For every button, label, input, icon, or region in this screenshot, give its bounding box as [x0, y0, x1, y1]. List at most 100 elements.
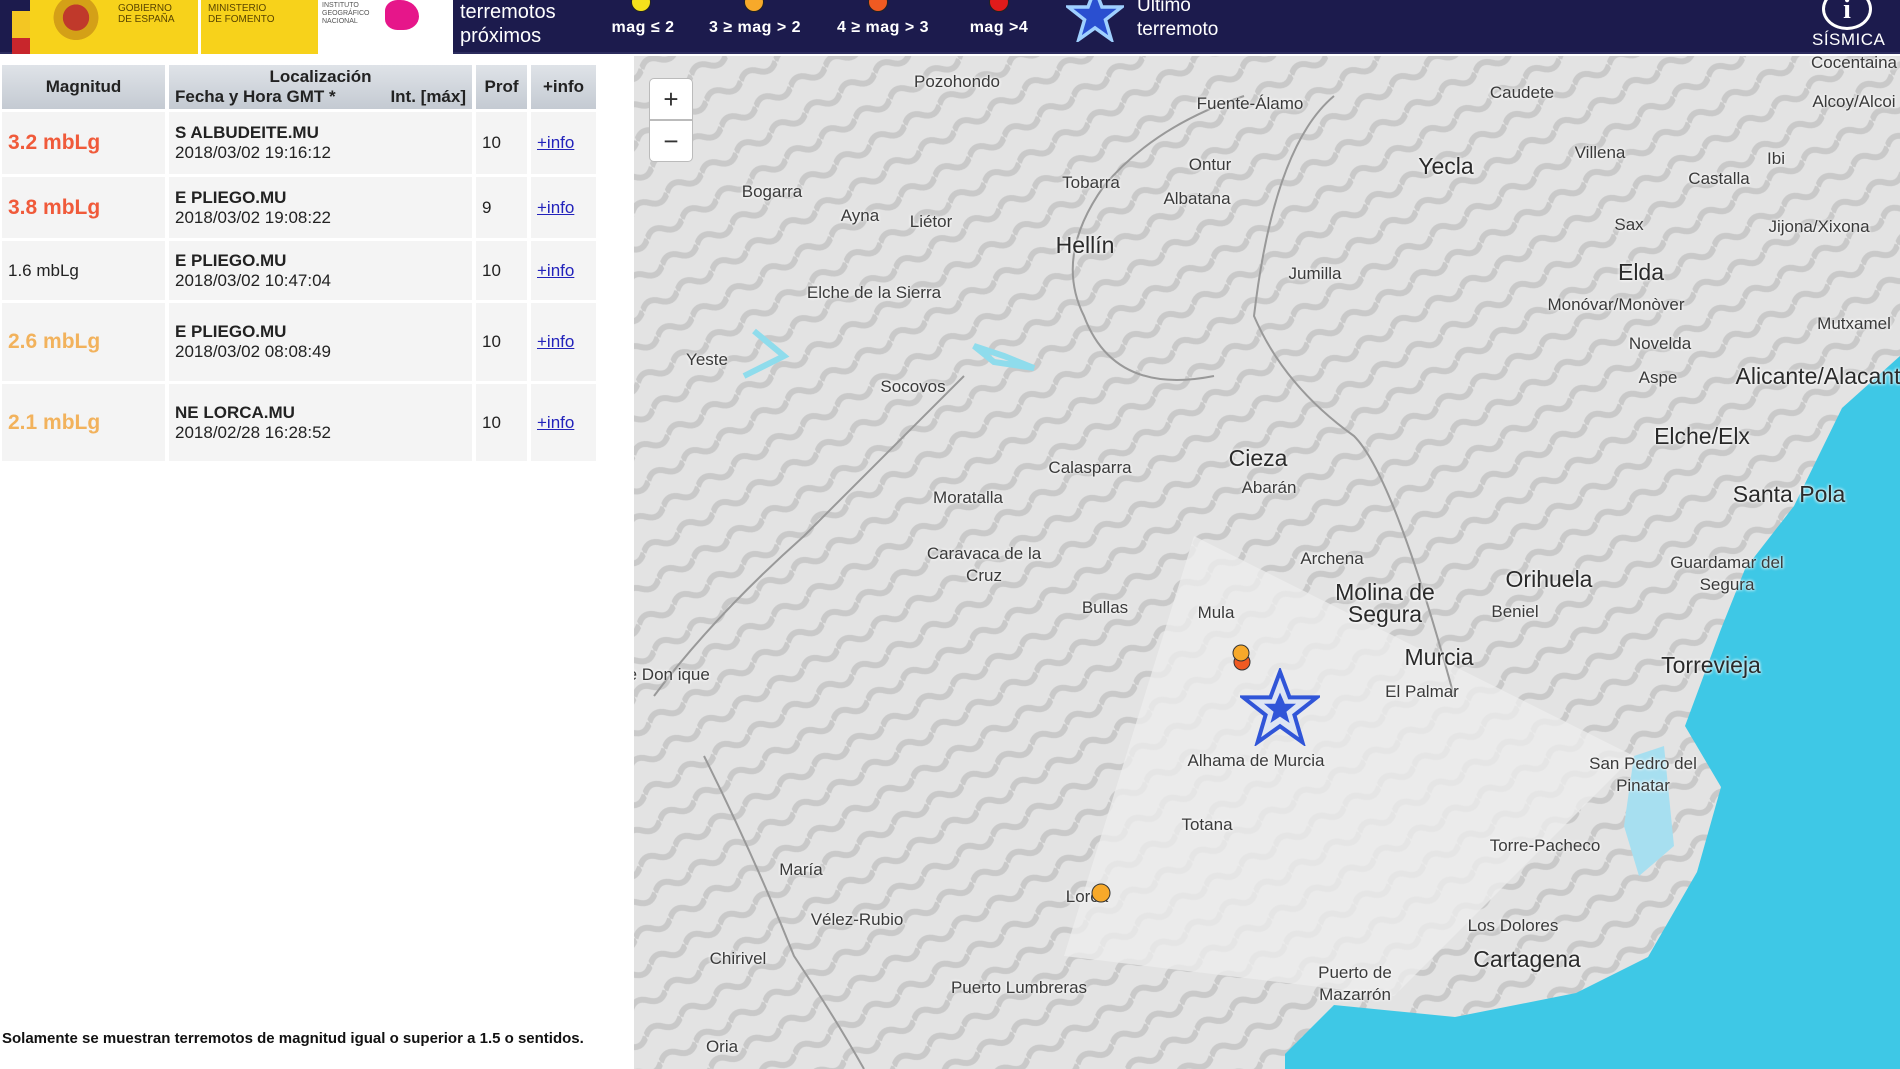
- map-place-label: Vélez-Rubio: [810, 910, 904, 929]
- map-place-label: San Pedro del Pinatar: [1589, 754, 1697, 795]
- map-place-label: Guardamar del Segura: [1670, 553, 1784, 594]
- col-magnitud[interactable]: Magnitud: [2, 65, 165, 109]
- legend-dot-red-orange: [868, 0, 888, 12]
- map-place-label: Chirivel: [709, 949, 767, 968]
- col-localizacion[interactable]: Localización Fecha y Hora GMT * Int. [máx…: [169, 65, 472, 109]
- more-info-link[interactable]: +info: [537, 332, 574, 351]
- header-banner: Gobierno de España Ministerio de Fomento I…: [0, 0, 1900, 54]
- zoom-out-button[interactable]: −: [649, 120, 693, 162]
- place: E PLIEGO.MU: [175, 187, 287, 207]
- last-quake-label: Último terremoto: [1137, 0, 1219, 40]
- map-place-label: Molina de Segura: [1335, 579, 1435, 627]
- magnitude: 3.8 mbLg: [2, 177, 165, 238]
- map-place-label: Mutxamel: [1817, 314, 1891, 333]
- map-place-label: Totana: [1181, 815, 1233, 834]
- more-info-link[interactable]: +info: [537, 198, 574, 217]
- map-place-label: Los Dolores: [1467, 916, 1559, 935]
- table-row[interactable]: 1.6 mbLg E PLIEGO.MU 2018/03/02 10:47:04 …: [2, 241, 596, 300]
- government-label: Gobierno de España: [118, 3, 175, 25]
- map-place-label: Aspe: [1638, 368, 1678, 387]
- map-place-label: Puerto Lumbreras: [950, 978, 1088, 997]
- map-place-label: Puerto de Mazarrón: [1318, 963, 1392, 1004]
- magnitude: 3.2 mbLg: [2, 112, 165, 174]
- map-place-label: Torre-Pacheco: [1489, 836, 1601, 855]
- legend-dot-orange: [744, 0, 764, 12]
- map-place-label: Tobarra: [1062, 173, 1120, 192]
- datetime: 2018/03/02 10:47:04: [175, 270, 331, 290]
- map-place-label: Ayna: [840, 206, 880, 225]
- map-place-label: Ibi: [1767, 149, 1785, 168]
- map-place-label: Pozohondo: [913, 72, 1001, 91]
- map-place-label: Elche/Elx: [1654, 423, 1750, 449]
- map-place-label: Calasparra: [1048, 458, 1132, 477]
- map-place-label: Santa Pola: [1732, 481, 1846, 507]
- map-place-label: El Palmar: [1385, 682, 1459, 701]
- map-place-label: Albatana: [1163, 189, 1231, 208]
- location-cell: NE LORCA.MU 2018/02/28 16:28:52: [169, 384, 472, 461]
- map-place-label: Beniel: [1491, 602, 1539, 621]
- table-row[interactable]: 3.8 mbLg E PLIEGO.MU 2018/03/02 19:08:22 …: [2, 177, 596, 238]
- map-place-label: Abarán: [1241, 478, 1297, 497]
- coat-of-arms-icon: [50, 0, 102, 44]
- location-cell: E PLIEGO.MU 2018/03/02 08:08:49: [169, 303, 472, 381]
- place: S ALBUDEITE.MU: [175, 123, 319, 142]
- datetime: 2018/03/02 19:08:22: [175, 207, 331, 227]
- map-place-label: Monóvar/Monòver: [1547, 295, 1685, 314]
- place: NE LORCA.MU: [175, 402, 295, 422]
- quake-marker[interactable]: [1090, 882, 1112, 904]
- table-row[interactable]: 3.2 mbLg S ALBUDEITE.MU 2018/03/02 19:16:…: [2, 112, 596, 174]
- map-place-label: Mula: [1197, 603, 1235, 622]
- earthquake-table: Magnitud Localización Fecha y Hora GMT *…: [0, 62, 600, 464]
- map-place-label: Moratalla: [933, 488, 1003, 507]
- map-place-label: Yeste: [686, 350, 728, 369]
- place: E PLIEGO.MU: [175, 250, 287, 270]
- map-place-label: Elche de la Sierra: [806, 283, 942, 302]
- col-prof[interactable]: Prof: [476, 65, 527, 109]
- map-place-label: Fuente-Álamo: [1196, 94, 1304, 113]
- map-place-label: Alicante/Alacant: [1735, 363, 1900, 389]
- map-place-label: Caravaca de la Cruz: [926, 544, 1042, 585]
- map-place-label: Hellín: [1055, 232, 1115, 258]
- map-place-label: Elda: [1617, 259, 1665, 285]
- place: E PLIEGO.MU: [175, 322, 287, 341]
- map-place-label: Archena: [1300, 549, 1364, 568]
- zoom-in-button[interactable]: +: [649, 78, 693, 120]
- depth: 10: [476, 241, 527, 300]
- map-place-label: Socovos: [880, 377, 946, 396]
- legend-label: mag ≤ 2: [611, 19, 675, 36]
- map-place-label: Liétor: [909, 212, 953, 231]
- map-place-label: Bullas: [1081, 598, 1129, 617]
- last-quake-star-marker[interactable]: [1240, 668, 1320, 746]
- legend-title: terremotos próximos: [460, 1, 556, 47]
- magnitude: 2.1 mbLg: [2, 384, 165, 461]
- star-icon: [1066, 0, 1124, 42]
- footnote: Solamente se muestran terremotos de magn…: [2, 1030, 584, 1047]
- map-place-label: Torrevieja: [1661, 652, 1761, 678]
- map[interactable]: Pozohondo Fuente-Álamo Caudete Cocentaina Al…: [634, 56, 1900, 1069]
- map-place-label: Oria: [705, 1037, 739, 1056]
- location-cell: E PLIEGO.MU 2018/03/02 19:08:22: [169, 177, 472, 238]
- info-icon[interactable]: i: [1822, 0, 1872, 30]
- table-row[interactable]: 2.6 mbLg E PLIEGO.MU 2018/03/02 08:08:49 …: [2, 303, 596, 381]
- location-cell: E PLIEGO.MU 2018/03/02 10:47:04: [169, 241, 472, 300]
- map-place-label: Ontur: [1188, 155, 1232, 174]
- depth: 10: [476, 112, 527, 174]
- more-info-link[interactable]: +info: [537, 413, 574, 432]
- datetime: 2018/03/02 19:16:12: [175, 143, 331, 162]
- location-cell: S ALBUDEITE.MU 2018/03/02 19:16:12: [169, 112, 472, 174]
- map-place-label: Bogarra: [741, 182, 803, 201]
- depth: 10: [476, 303, 527, 381]
- map-place-label: Alcoy/Alcoi: [1812, 92, 1896, 111]
- table-row[interactable]: 2.1 mbLg NE LORCA.MU 2018/02/28 16:28:52 …: [2, 384, 596, 461]
- map-place-label: Villena: [1574, 143, 1626, 162]
- map-place-label: Novelda: [1628, 334, 1692, 353]
- map-place-label: Jumilla: [1288, 264, 1342, 283]
- more-info-link[interactable]: +info: [537, 261, 574, 280]
- datetime: 2018/02/28 16:28:52: [175, 422, 331, 442]
- depth: 9: [476, 177, 527, 238]
- more-info-link[interactable]: +info: [537, 133, 574, 152]
- map-place-label: Orihuela: [1505, 566, 1593, 592]
- col-info: +info: [531, 65, 596, 109]
- map-place-label: Cocentaina: [1810, 56, 1898, 72]
- flag-stripe: [12, 0, 30, 54]
